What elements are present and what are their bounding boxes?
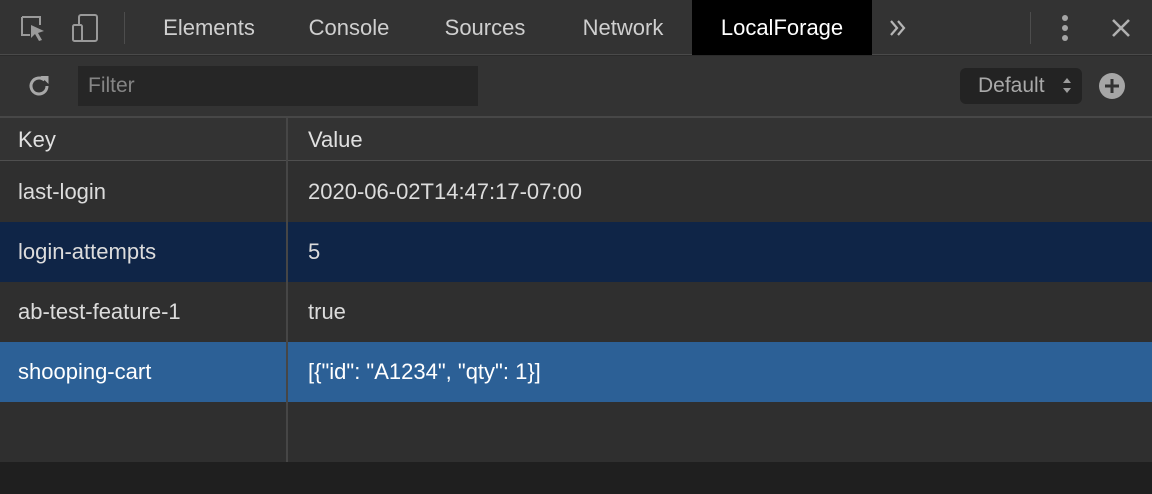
tab-localforage[interactable]: LocalForage xyxy=(692,0,872,55)
table-row[interactable]: ab-test-feature-1 true xyxy=(0,282,1152,342)
close-icon[interactable] xyxy=(1104,0,1138,55)
add-circle-icon[interactable] xyxy=(1096,56,1128,116)
key-cell: login-attempts xyxy=(18,239,157,264)
tab-network[interactable]: Network xyxy=(560,0,686,55)
key-cell: last-login xyxy=(18,179,107,204)
tab-console[interactable]: Console xyxy=(286,0,412,55)
table-header: Key Value xyxy=(0,118,1152,161)
key-value-table: Key Value last-login 2020-06-02T14:47:17… xyxy=(0,118,1152,462)
store-select[interactable]: Default xyxy=(960,68,1082,104)
value-cell: 5 xyxy=(308,239,321,264)
table-row[interactable]: last-login 2020-06-02T14:47:17-07:00 xyxy=(0,162,1152,222)
inspect-element-icon[interactable] xyxy=(14,0,52,55)
devtools-tabbar: Elements Console Sources Network LocalFo… xyxy=(0,0,1152,55)
column-header-value[interactable]: Value xyxy=(308,118,363,161)
key-cell: shooping-cart xyxy=(18,359,152,384)
toolbar-divider xyxy=(124,12,125,44)
value-cell: 2020-06-02T14:47:17-07:00 xyxy=(308,179,582,204)
column-header-key[interactable]: Key xyxy=(18,118,56,161)
tab-elements[interactable]: Elements xyxy=(140,0,278,55)
kebab-menu-icon[interactable] xyxy=(1050,0,1080,55)
device-toolbar-icon[interactable] xyxy=(66,0,104,55)
value-cell: [{"id": "A1234", "qty": 1}] xyxy=(308,359,541,384)
localforage-toolbar: Default xyxy=(0,56,1152,118)
toolbar-divider xyxy=(1030,12,1031,44)
value-cell: true xyxy=(308,299,346,324)
status-footer xyxy=(0,462,1152,494)
chevron-double-right-icon[interactable] xyxy=(880,0,916,55)
key-cell: ab-test-feature-1 xyxy=(18,299,181,324)
column-resizer[interactable] xyxy=(286,118,288,462)
table-row[interactable]: shooping-cart [{"id": "A1234", "qty": 1}… xyxy=(0,342,1152,402)
table-row[interactable]: login-attempts 5 xyxy=(0,222,1152,282)
tab-sources[interactable]: Sources xyxy=(422,0,548,55)
filter-input[interactable] xyxy=(78,66,478,106)
select-arrows-icon xyxy=(1062,75,1072,97)
store-select-value: Default xyxy=(978,74,1045,97)
refresh-icon[interactable] xyxy=(22,56,56,116)
